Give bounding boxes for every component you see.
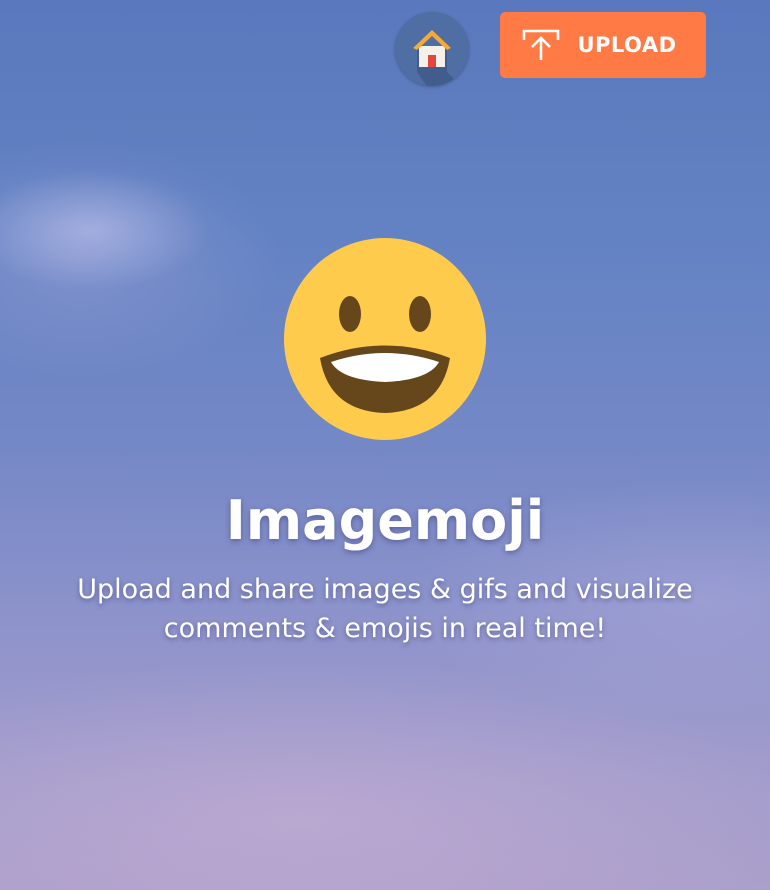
home-button[interactable] [395,12,469,86]
upload-label: UPLOAD [577,33,677,57]
upload-button[interactable]: UPLOAD [500,12,706,78]
house-icon [413,30,461,86]
app-title: Imagemoji [225,489,545,552]
grinning-face-emoji [284,238,486,440]
app-tagline: Upload and share images & gifs and visua… [77,574,693,644]
upload-arrow-icon [523,29,560,60]
